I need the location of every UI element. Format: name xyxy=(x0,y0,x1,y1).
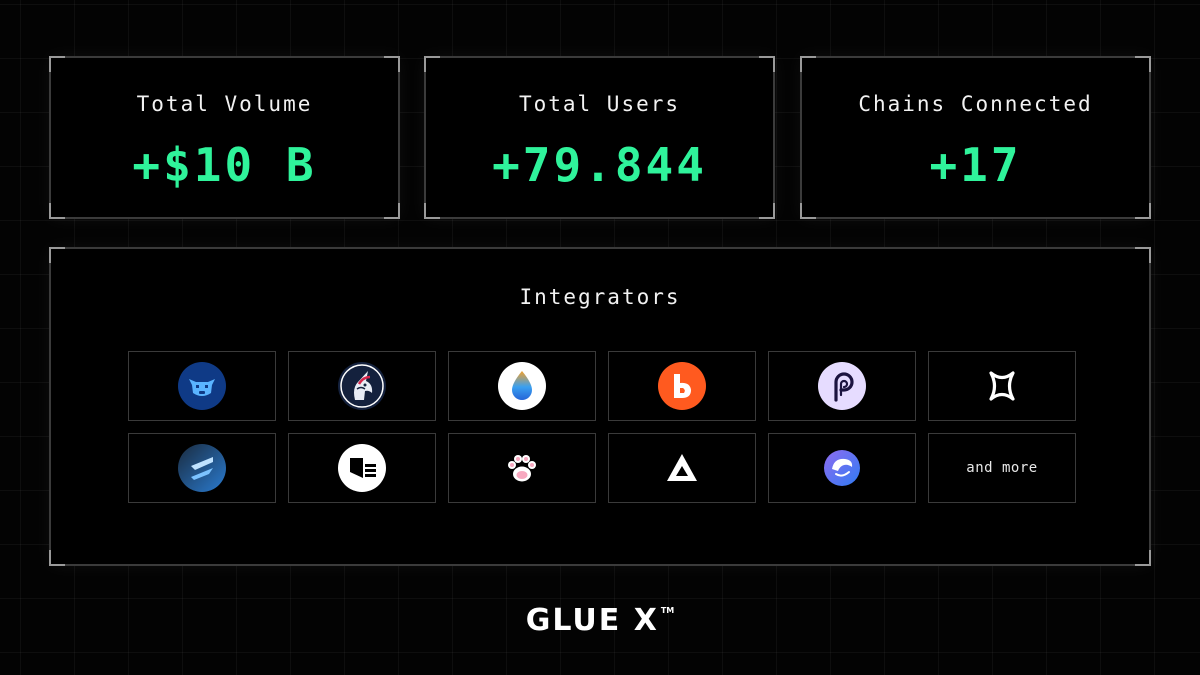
corner-bracket xyxy=(49,56,65,72)
stat-card-total-volume: Total Volume +$10 B xyxy=(49,56,400,219)
integrator-cell[interactable] xyxy=(288,433,436,503)
corner-bracket xyxy=(759,203,775,219)
corner-bracket xyxy=(384,56,400,72)
integrator-cell[interactable] xyxy=(128,351,276,421)
trademark-mark: TM xyxy=(660,606,675,615)
stat-label: Total Volume xyxy=(136,92,313,116)
stat-label: Chains Connected xyxy=(858,92,1093,116)
corner-bracket xyxy=(759,56,775,72)
integrator-cell[interactable] xyxy=(448,433,596,503)
integrator-cell[interactable] xyxy=(768,351,916,421)
corner-bracket xyxy=(49,247,65,263)
triangle-logo-icon xyxy=(667,454,697,481)
corner-bracket xyxy=(49,550,65,566)
stat-value: +79.844 xyxy=(492,138,707,192)
stat-card-chains-connected: Chains Connected +17 xyxy=(800,56,1151,219)
integrator-cell[interactable] xyxy=(448,351,596,421)
stat-value: +$10 B xyxy=(132,138,317,192)
corner-bracket xyxy=(1135,247,1151,263)
integrators-grid: and more xyxy=(128,351,1076,503)
and-more-label: and more xyxy=(966,460,1038,476)
blue-face-logo-icon xyxy=(824,450,860,486)
stripes-logo-icon xyxy=(178,444,226,492)
stat-label: Total Users xyxy=(518,92,681,116)
corner-bracket xyxy=(800,56,816,72)
orange-b-logo-icon xyxy=(658,362,706,410)
corner-bracket xyxy=(800,203,816,219)
cow-logo-icon xyxy=(178,362,226,410)
stat-card-total-users: Total Users +79.844 xyxy=(424,56,775,219)
paw-logo-icon xyxy=(508,455,536,482)
stacked-bars-logo-icon xyxy=(338,444,386,492)
corner-bracket xyxy=(424,203,440,219)
corner-bracket xyxy=(49,203,65,219)
corner-bracket xyxy=(384,203,400,219)
corner-bracket xyxy=(1135,203,1151,219)
integrators-title: Integrators xyxy=(519,285,681,309)
x-logo-icon xyxy=(989,371,1015,401)
brand-logo: GLUE X TM xyxy=(0,603,1200,638)
corner-bracket xyxy=(1135,550,1151,566)
integrator-cell[interactable] xyxy=(608,351,756,421)
unicorn-logo-icon xyxy=(338,362,386,410)
integrators-panel: Integrators and more xyxy=(49,247,1151,566)
corner-bracket xyxy=(1135,56,1151,72)
droplet-logo-icon xyxy=(498,362,546,410)
stat-value: +17 xyxy=(929,138,1022,192)
integrator-cell[interactable] xyxy=(608,433,756,503)
brand-name: GLUE X xyxy=(525,603,659,638)
corner-bracket xyxy=(424,56,440,72)
integrator-cell[interactable] xyxy=(288,351,436,421)
integrator-cell[interactable] xyxy=(768,433,916,503)
integrator-more-cell[interactable]: and more xyxy=(928,433,1076,503)
integrator-cell[interactable] xyxy=(128,433,276,503)
integrator-cell[interactable] xyxy=(928,351,1076,421)
p-logo-icon xyxy=(818,362,866,410)
